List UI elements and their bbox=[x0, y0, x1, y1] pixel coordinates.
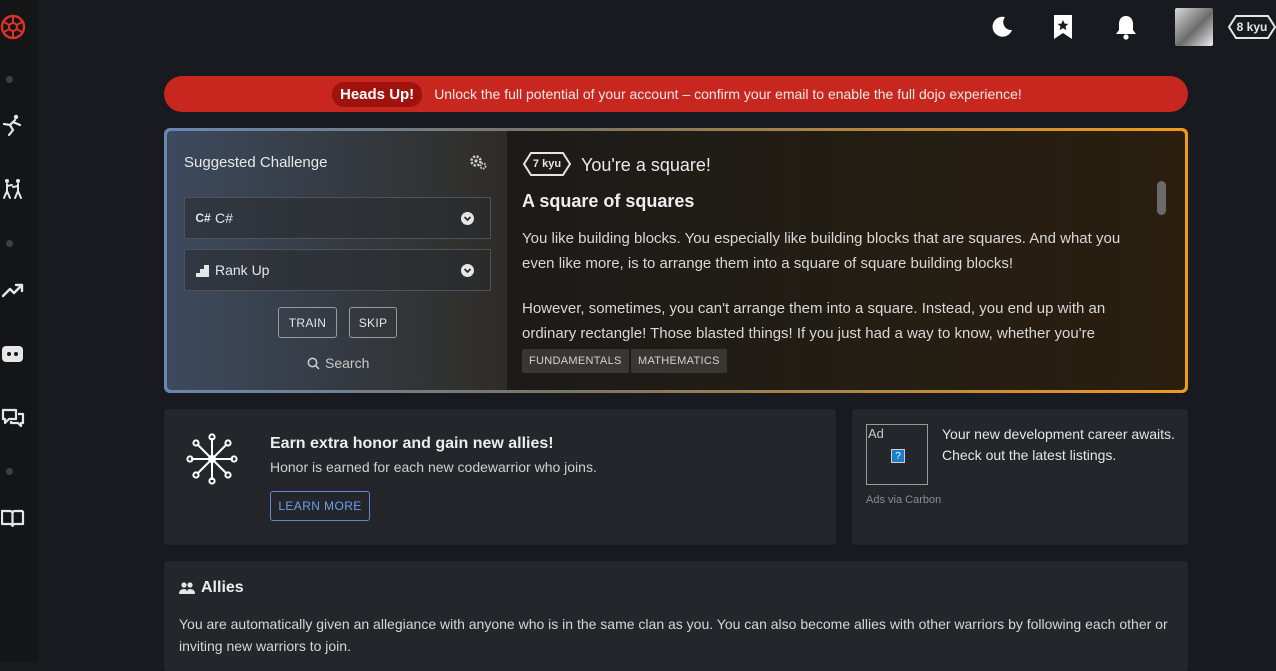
referral-honor-card: Earn extra honor and gain new allies! Ho… bbox=[164, 409, 836, 545]
ad-label: Ad bbox=[868, 426, 884, 441]
suggested-challenge-title: Suggested Challenge bbox=[184, 154, 328, 171]
kata-rank-badge: 7 kyu bbox=[523, 152, 571, 176]
bookmark-star-icon[interactable] bbox=[1048, 12, 1078, 42]
description-scrollbar[interactable] bbox=[1157, 181, 1166, 215]
kata-name-link[interactable]: You're a square! bbox=[581, 155, 711, 176]
ad-image-box[interactable]: Ad ? bbox=[866, 424, 928, 485]
broken-image-icon: ? bbox=[891, 449, 905, 463]
kata-preview-panel: 7 kyu You're a square! A square of squar… bbox=[507, 131, 1185, 390]
users-group-icon bbox=[179, 582, 195, 594]
network-burst-icon bbox=[186, 433, 238, 485]
kata-description: A square of squares You like building bl… bbox=[522, 191, 1152, 341]
sidebar-separator-dot bbox=[6, 76, 13, 83]
language-select-value: C# bbox=[215, 210, 233, 226]
docs-book-icon[interactable] bbox=[0, 505, 26, 531]
alert-badge: Heads Up! bbox=[332, 81, 423, 107]
allies-title: Allies bbox=[201, 579, 244, 596]
email-confirm-alert: Heads Up! Unlock the full potential of y… bbox=[164, 76, 1188, 112]
challenge-settings-panel: Suggested Challenge C# C# Rank Up TRAIN … bbox=[167, 131, 507, 390]
gear-icon[interactable] bbox=[469, 153, 487, 171]
suggested-challenge-card: Suggested Challenge C# C# Rank Up TRAIN … bbox=[164, 128, 1188, 393]
kata-description-paragraph: You like building blocks. You especially… bbox=[522, 230, 1121, 272]
search-icon bbox=[307, 357, 320, 370]
kata-tag[interactable]: MATHEMATICS bbox=[631, 349, 727, 373]
kata-description-paragraph: However, sometimes, you can't arrange th… bbox=[522, 300, 1106, 341]
learn-more-button[interactable]: LEARN MORE bbox=[270, 491, 370, 521]
practice-fight-icon[interactable] bbox=[0, 176, 26, 202]
allies-description: You are automatically given an allegianc… bbox=[179, 616, 1168, 654]
chevron-down-icon bbox=[461, 212, 474, 225]
csharp-icon: C# bbox=[195, 211, 211, 225]
allies-heading: Allies bbox=[179, 579, 244, 597]
sidebar-separator-dot bbox=[6, 468, 13, 475]
user-rank-label: 8 kyu bbox=[1236, 20, 1268, 34]
ads-via-carbon-link[interactable]: Ads via Carbon bbox=[866, 494, 941, 506]
discord-icon[interactable] bbox=[0, 341, 26, 367]
allies-section: Allies You are automatically given an al… bbox=[164, 561, 1188, 671]
sidebar-separator-dot bbox=[6, 240, 13, 247]
alert-message[interactable]: Unlock the full potential of your accoun… bbox=[434, 86, 1022, 102]
dark-mode-moon-icon[interactable] bbox=[987, 12, 1017, 42]
rank-up-stairs-icon bbox=[195, 262, 211, 278]
leaderboard-trend-icon[interactable] bbox=[0, 277, 26, 303]
user-avatar[interactable] bbox=[1175, 8, 1213, 46]
language-select[interactable]: C# C# bbox=[184, 197, 491, 239]
carbon-ad-card: Ad ? Your new development career awaits.… bbox=[852, 409, 1188, 545]
kata-description-heading: A square of squares bbox=[522, 191, 695, 211]
strategy-select-value: Rank Up bbox=[215, 262, 270, 278]
training-kick-icon[interactable] bbox=[0, 112, 26, 138]
ad-text-link[interactable]: Your new development career awaits. Chec… bbox=[942, 424, 1182, 466]
chat-bubbles-icon[interactable] bbox=[0, 405, 26, 431]
honor-subtitle: Honor is earned for each new codewarrior… bbox=[270, 459, 597, 475]
strategy-select[interactable]: Rank Up bbox=[184, 249, 491, 291]
codewars-logo-icon[interactable] bbox=[0, 14, 26, 40]
skip-button[interactable]: SKIP bbox=[349, 307, 397, 338]
notifications-bell-icon[interactable] bbox=[1111, 12, 1141, 42]
search-label: Search bbox=[325, 355, 370, 371]
top-bar bbox=[38, 0, 1276, 56]
search-link[interactable]: Search bbox=[307, 355, 369, 371]
chevron-down-icon bbox=[461, 264, 474, 277]
train-button[interactable]: TRAIN bbox=[278, 307, 337, 338]
suggested-challenge-inner: Suggested Challenge C# C# Rank Up TRAIN … bbox=[167, 131, 1185, 390]
user-rank-badge[interactable]: 8 kyu bbox=[1228, 15, 1276, 39]
sidebar bbox=[0, 0, 38, 662]
kata-rank-label: 7 kyu bbox=[532, 158, 562, 170]
kata-tag[interactable]: FUNDAMENTALS bbox=[522, 349, 629, 373]
honor-title: Earn extra honor and gain new allies! bbox=[270, 435, 554, 452]
